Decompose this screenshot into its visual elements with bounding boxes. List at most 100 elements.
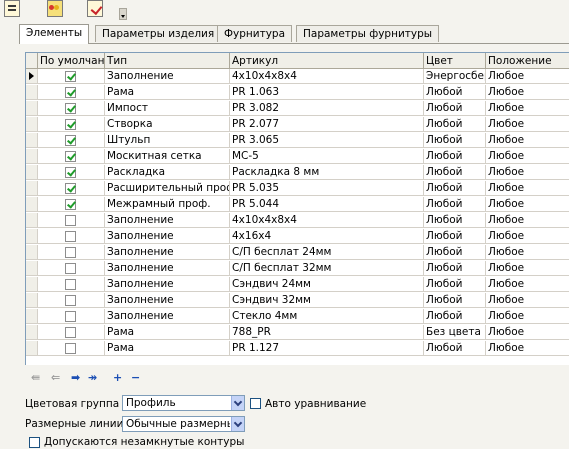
table-row[interactable]: Заполнение 4x10x4x8x4 Энергосбер Любое: [26, 69, 569, 85]
delete-record-icon[interactable]: −: [131, 372, 140, 384]
type-cell[interactable]: Москитная сетка: [105, 149, 230, 164]
color-cell[interactable]: Любой: [424, 197, 486, 212]
row-indicator[interactable]: [26, 133, 38, 148]
default-checkbox[interactable]: [65, 183, 76, 194]
article-cell[interactable]: Стекло 4мм: [230, 309, 424, 324]
default-checkbox[interactable]: [65, 215, 76, 226]
article-cell[interactable]: PR 2.077: [230, 117, 424, 132]
row-indicator[interactable]: [26, 229, 38, 244]
row-indicator[interactable]: [26, 165, 38, 180]
default-cell[interactable]: [38, 117, 105, 132]
table-row[interactable]: Рама PR 1.127 Любой Любое: [26, 341, 569, 357]
position-cell[interactable]: Любое: [486, 117, 569, 132]
row-indicator[interactable]: [26, 261, 38, 276]
table-row[interactable]: Заполнение Сэндвич 24мм Любой Любое: [26, 277, 569, 293]
default-checkbox[interactable]: [65, 311, 76, 322]
dim-lines-combo[interactable]: Обычные размерные: [122, 416, 245, 432]
position-cell[interactable]: Любое: [486, 245, 569, 260]
default-checkbox[interactable]: [65, 199, 76, 210]
default-cell[interactable]: [38, 277, 105, 292]
chevron-down-icon[interactable]: [231, 396, 244, 410]
tab-hardware-params[interactable]: Параметры фурнитуры: [296, 25, 440, 42]
row-indicator[interactable]: [26, 149, 38, 164]
row-indicator[interactable]: [26, 277, 38, 292]
table-row[interactable]: Створка PR 2.077 Любой Любое: [26, 117, 569, 133]
default-checkbox[interactable]: [65, 327, 76, 338]
color-cell[interactable]: Любой: [424, 213, 486, 228]
default-checkbox[interactable]: [65, 103, 76, 114]
default-checkbox[interactable]: [65, 119, 76, 130]
row-indicator[interactable]: [26, 309, 38, 324]
default-checkbox[interactable]: [65, 231, 76, 242]
default-cell[interactable]: [38, 293, 105, 308]
default-checkbox[interactable]: [65, 71, 76, 82]
article-cell[interactable]: PR 1.063: [230, 85, 424, 100]
position-cell[interactable]: Любое: [486, 101, 569, 116]
article-cell[interactable]: 788_PR: [230, 325, 424, 340]
position-cell[interactable]: Любое: [486, 341, 569, 356]
dropdown-arrow-icon[interactable]: [119, 8, 127, 20]
article-cell[interactable]: PR 3.082: [230, 101, 424, 116]
article-cell[interactable]: МС-5: [230, 149, 424, 164]
article-cell[interactable]: 4x10x4x8x4: [230, 213, 424, 228]
article-cell[interactable]: PR 5.044: [230, 197, 424, 212]
default-cell[interactable]: [38, 325, 105, 340]
article-cell[interactable]: С/П бесплат 32мм: [230, 261, 424, 276]
position-cell[interactable]: Любое: [486, 293, 569, 308]
color-cell[interactable]: Любой: [424, 181, 486, 196]
type-cell[interactable]: Штульп: [105, 133, 230, 148]
default-checkbox[interactable]: [65, 247, 76, 258]
default-cell[interactable]: [38, 101, 105, 116]
default-checkbox[interactable]: [65, 295, 76, 306]
type-cell[interactable]: Заполнение: [105, 277, 230, 292]
color-cell[interactable]: Любой: [424, 309, 486, 324]
checklist-icon[interactable]: [87, 0, 103, 17]
color-cell[interactable]: Любой: [424, 229, 486, 244]
color-group-combo[interactable]: Профиль: [122, 395, 245, 411]
default-checkbox[interactable]: [65, 151, 76, 162]
article-cell[interactable]: PR 1.127: [230, 341, 424, 356]
table-row[interactable]: Заполнение 4x10x4x8x4 Любой Любое: [26, 213, 569, 229]
color-cell[interactable]: Любой: [424, 341, 486, 356]
position-cell[interactable]: Любое: [486, 261, 569, 276]
table-row[interactable]: Москитная сетка МС-5 Любой Любое: [26, 149, 569, 165]
position-cell[interactable]: Любое: [486, 213, 569, 228]
auto-align-checkbox[interactable]: [250, 398, 261, 409]
color-cell[interactable]: Любой: [424, 149, 486, 164]
position-cell[interactable]: Любое: [486, 165, 569, 180]
default-checkbox[interactable]: [65, 135, 76, 146]
default-cell[interactable]: [38, 245, 105, 260]
color-cell[interactable]: Любой: [424, 245, 486, 260]
default-cell[interactable]: [38, 149, 105, 164]
type-cell[interactable]: Расширительный проф.: [105, 181, 230, 196]
article-cell[interactable]: Сэндвич 32мм: [230, 293, 424, 308]
default-cell[interactable]: [38, 69, 105, 84]
color-cell[interactable]: Любой: [424, 117, 486, 132]
position-cell[interactable]: Любое: [486, 197, 569, 212]
article-cell[interactable]: 4x10x4x8x4: [230, 69, 424, 84]
type-cell[interactable]: Раскладка: [105, 165, 230, 180]
table-row[interactable]: Межрамный проф. PR 5.044 Любой Любое: [26, 197, 569, 213]
row-indicator[interactable]: [26, 117, 38, 132]
add-record-icon[interactable]: +: [113, 372, 122, 384]
default-checkbox[interactable]: [65, 87, 76, 98]
position-cell[interactable]: Любое: [486, 325, 569, 340]
last-record-icon[interactable]: ↠: [88, 372, 97, 384]
position-cell[interactable]: Любое: [486, 85, 569, 100]
table-row[interactable]: Раскладка Раскладка 8 мм Любой Любое: [26, 165, 569, 181]
type-cell[interactable]: Межрамный проф.: [105, 197, 230, 212]
row-indicator[interactable]: [26, 341, 38, 356]
default-cell[interactable]: [38, 133, 105, 148]
type-cell[interactable]: Заполнение: [105, 261, 230, 276]
traffic-light-icon[interactable]: [47, 0, 63, 17]
default-cell[interactable]: [38, 213, 105, 228]
default-checkbox[interactable]: [65, 167, 76, 178]
elements-grid[interactable]: По умолчанию Тип Артикул Цвет Положение …: [25, 52, 569, 365]
row-indicator[interactable]: [26, 69, 38, 84]
type-cell[interactable]: Заполнение: [105, 69, 230, 84]
article-cell[interactable]: С/П бесплат 24мм: [230, 245, 424, 260]
color-cell[interactable]: Любой: [424, 85, 486, 100]
position-cell[interactable]: Любое: [486, 69, 569, 84]
color-cell[interactable]: Энергосбер: [424, 69, 486, 84]
default-cell[interactable]: [38, 341, 105, 356]
